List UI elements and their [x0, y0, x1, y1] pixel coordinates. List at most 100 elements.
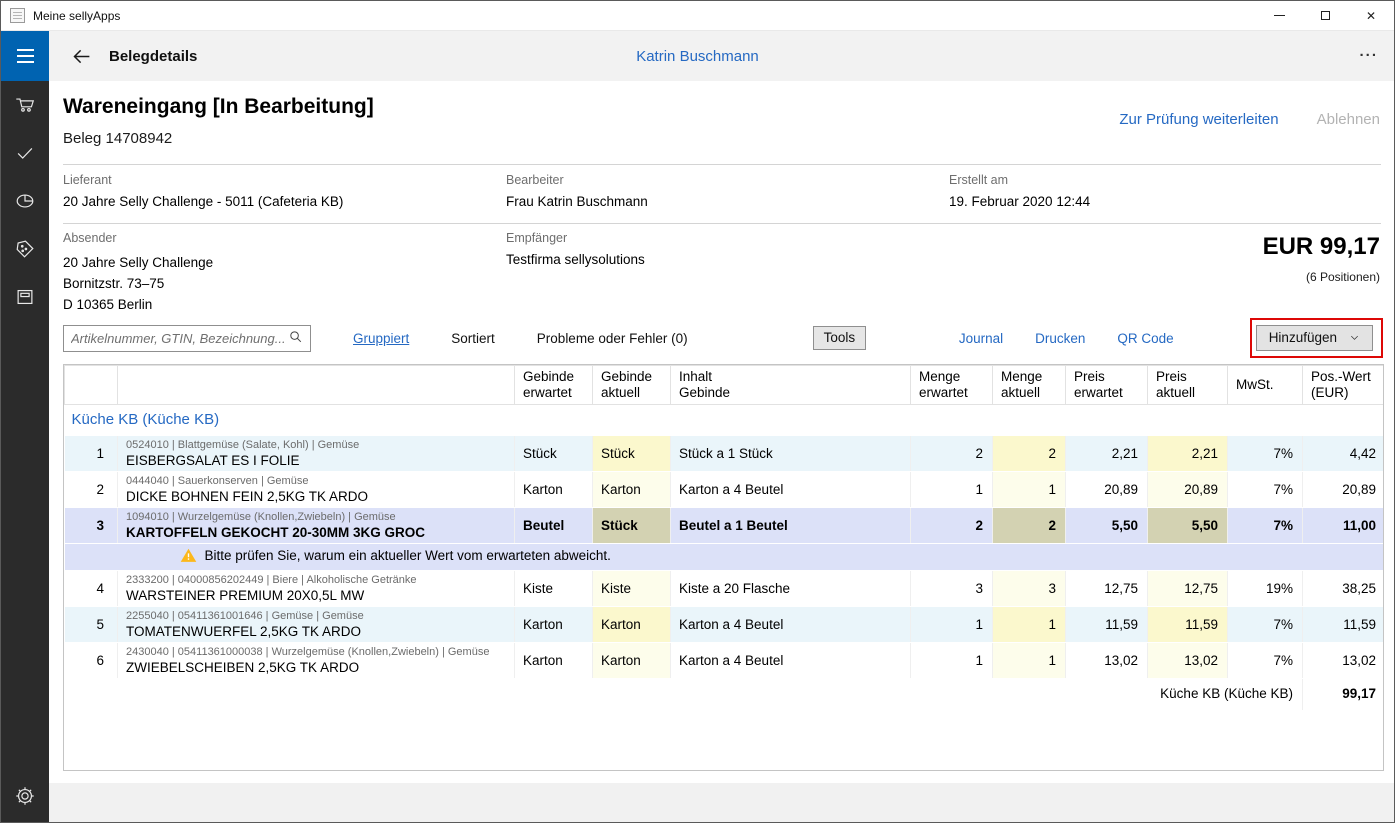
pos-wert-cell: 13,02 [1303, 643, 1385, 679]
user-name-link[interactable]: Katrin Buschmann [636, 48, 759, 65]
app-header: Belegdetails Katrin Buschmann ... [1, 31, 1394, 81]
gruppiert-tab[interactable]: Gruppiert [353, 331, 409, 346]
menge-aktuell-cell[interactable]: 1 [993, 607, 1066, 643]
checkmark-icon [14, 142, 36, 164]
divider [63, 164, 1381, 165]
table-row[interactable]: 62430040 | 05411361000038 | Wurzelgemüse… [65, 643, 1385, 679]
positions-toolbar: Gruppiert Sortiert Probleme oder Fehler … [63, 321, 1381, 355]
gebinde-erwartet-cell: Stück [515, 436, 593, 472]
preis-aktuell-cell[interactable]: 13,02 [1148, 643, 1228, 679]
hinzufuegen-button[interactable]: Hinzufügen [1256, 325, 1373, 351]
bearbeiter-block: Bearbeiter Frau Katrin Buschmann [506, 173, 648, 209]
preis-erwartet-cell: 13,02 [1066, 643, 1148, 679]
probleme-fehler-tab[interactable]: Probleme oder Fehler (0) [537, 331, 688, 346]
column-header[interactable]: Gebinde erwartet [515, 366, 593, 405]
row-number: 5 [65, 607, 118, 643]
sortiert-tab[interactable]: Sortiert [451, 331, 495, 346]
gebinde-aktuell-cell[interactable]: Stück [593, 508, 671, 544]
back-arrow-icon [71, 46, 92, 67]
column-header[interactable]: Menge aktuell [993, 366, 1066, 405]
inhalt-gebinde-cell: Stück a 1 Stück [671, 436, 911, 472]
gebinde-aktuell-cell[interactable]: Karton [593, 607, 671, 643]
maximize-button[interactable] [1302, 1, 1348, 31]
menge-aktuell-cell[interactable]: 2 [993, 436, 1066, 472]
preis-aktuell-cell[interactable]: 2,21 [1148, 436, 1228, 472]
column-header[interactable]: Preis erwartet [1066, 366, 1148, 405]
preis-aktuell-cell[interactable]: 12,75 [1148, 571, 1228, 607]
magnifier-icon [288, 329, 303, 347]
preis-aktuell-cell[interactable]: 11,59 [1148, 607, 1228, 643]
drucken-link[interactable]: Drucken [1035, 331, 1085, 346]
maximize-icon [1321, 11, 1330, 20]
preis-erwartet-cell: 20,89 [1066, 472, 1148, 508]
mwst-cell: 19% [1228, 571, 1303, 607]
absender-label: Absender [63, 231, 213, 245]
mwst-cell: 7% [1228, 607, 1303, 643]
column-header[interactable]: Inhalt Gebinde [671, 366, 911, 405]
sidebar-item-catalog[interactable] [1, 273, 49, 321]
column-header[interactable]: Preis aktuell [1148, 366, 1228, 405]
menge-aktuell-cell[interactable]: 1 [993, 472, 1066, 508]
close-button[interactable]: ✕ [1348, 1, 1394, 31]
main-content: Wareneingang [In Bearbeitung] Beleg 1470… [49, 81, 1394, 822]
table-row[interactable]: 31094010 | Wurzelgemüse (Knollen,Zwiebel… [65, 508, 1385, 544]
article-meta: 2430040 | 05411361000038 | Wurzelgemüse … [126, 646, 506, 659]
gebinde-aktuell-cell[interactable]: Karton [593, 472, 671, 508]
hamburger-menu-button[interactable] [1, 31, 49, 81]
column-header [65, 366, 118, 405]
row-number: 4 [65, 571, 118, 607]
table-row[interactable]: 20444040 | Sauerkonserven | GemüseDICKE … [65, 472, 1385, 508]
mwst-cell: 7% [1228, 508, 1303, 544]
gebinde-aktuell-cell[interactable]: Karton [593, 643, 671, 679]
preis-aktuell-cell[interactable]: 20,89 [1148, 472, 1228, 508]
article-cell: 1094010 | Wurzelgemüse (Knollen,Zwiebeln… [118, 508, 515, 544]
column-header[interactable]: MwSt. [1228, 366, 1303, 405]
sidebar-item-offers[interactable] [1, 225, 49, 273]
tools-button[interactable]: Tools [813, 326, 867, 350]
article-cell: 2255040 | 05411361001646 | Gemüse | Gemü… [118, 607, 515, 643]
column-header[interactable]: Pos.-Wert (EUR) [1303, 366, 1385, 405]
gebinde-aktuell-cell[interactable]: Kiste [593, 571, 671, 607]
search-input[interactable] [71, 331, 288, 346]
erstellt-value: 19. Februar 2020 12:44 [949, 194, 1090, 209]
article-meta: 2255040 | 05411361001646 | Gemüse | Gemü… [126, 610, 506, 623]
reject-button[interactable]: Ablehnen [1317, 111, 1380, 128]
gebinde-aktuell-cell[interactable]: Stück [593, 436, 671, 472]
row-number: 3 [65, 508, 118, 544]
group-footer-row: Küche KB (Küche KB)99,17 [65, 679, 1385, 711]
sidebar-item-statistics[interactable] [1, 177, 49, 225]
article-cell: 2333200 | 04000856202449 | Biere | Alkoh… [118, 571, 515, 607]
journal-link[interactable]: Journal [959, 331, 1003, 346]
document-actions: Zur Prüfung weiterleiten Ablehnen [1119, 111, 1380, 128]
article-cell: 2430040 | 05411361000038 | Wurzelgemüse … [118, 643, 515, 679]
sidebar-item-orders[interactable] [1, 81, 49, 129]
menge-aktuell-cell[interactable]: 2 [993, 508, 1066, 544]
preis-aktuell-cell[interactable]: 5,50 [1148, 508, 1228, 544]
sidebar-item-tasks[interactable] [1, 129, 49, 177]
hinzufuegen-label: Hinzufügen [1269, 330, 1337, 345]
article-meta: 0444040 | Sauerkonserven | Gemüse [126, 475, 506, 488]
tag-icon [14, 238, 36, 260]
back-button[interactable] [69, 44, 93, 68]
table-row[interactable]: 42333200 | 04000856202449 | Biere | Alko… [65, 571, 1385, 607]
absender-line: Bornitzstr. 73–75 [63, 273, 213, 294]
article-name: EISBERGSALAT ES I FOLIE [126, 452, 506, 469]
warning-text: Bitte prüfen Sie, warum ein aktueller We… [205, 548, 611, 563]
table-row[interactable]: 10524010 | Blattgemüse (Salate, Kohl) | … [65, 436, 1385, 472]
minimize-button[interactable] [1256, 1, 1302, 31]
menge-aktuell-cell[interactable]: 3 [993, 571, 1066, 607]
search-box[interactable] [63, 325, 311, 352]
positions-table: Gebinde erwartetGebinde aktuellInhalt Ge… [63, 364, 1384, 771]
column-header[interactable]: Menge erwartet [911, 366, 993, 405]
forward-review-button[interactable]: Zur Prüfung weiterleiten [1119, 111, 1278, 128]
menge-aktuell-cell[interactable]: 1 [993, 643, 1066, 679]
group-header-row[interactable]: Küche KB (Küche KB) [65, 405, 1385, 436]
pos-wert-cell: 38,25 [1303, 571, 1385, 607]
column-header[interactable]: Gebinde aktuell [593, 366, 671, 405]
table-row[interactable]: 5 2255040 | 05411361001646 | Gemüse | Gem… [65, 607, 1385, 643]
absender-block: Absender 20 Jahre Selly Challenge Bornit… [63, 231, 213, 315]
hinzufuegen-wrap: Hinzufügen [1256, 325, 1373, 351]
qr-code-link[interactable]: QR Code [1117, 331, 1173, 346]
more-options-button[interactable]: ... [1359, 47, 1378, 65]
sidebar-item-settings[interactable] [1, 772, 49, 820]
